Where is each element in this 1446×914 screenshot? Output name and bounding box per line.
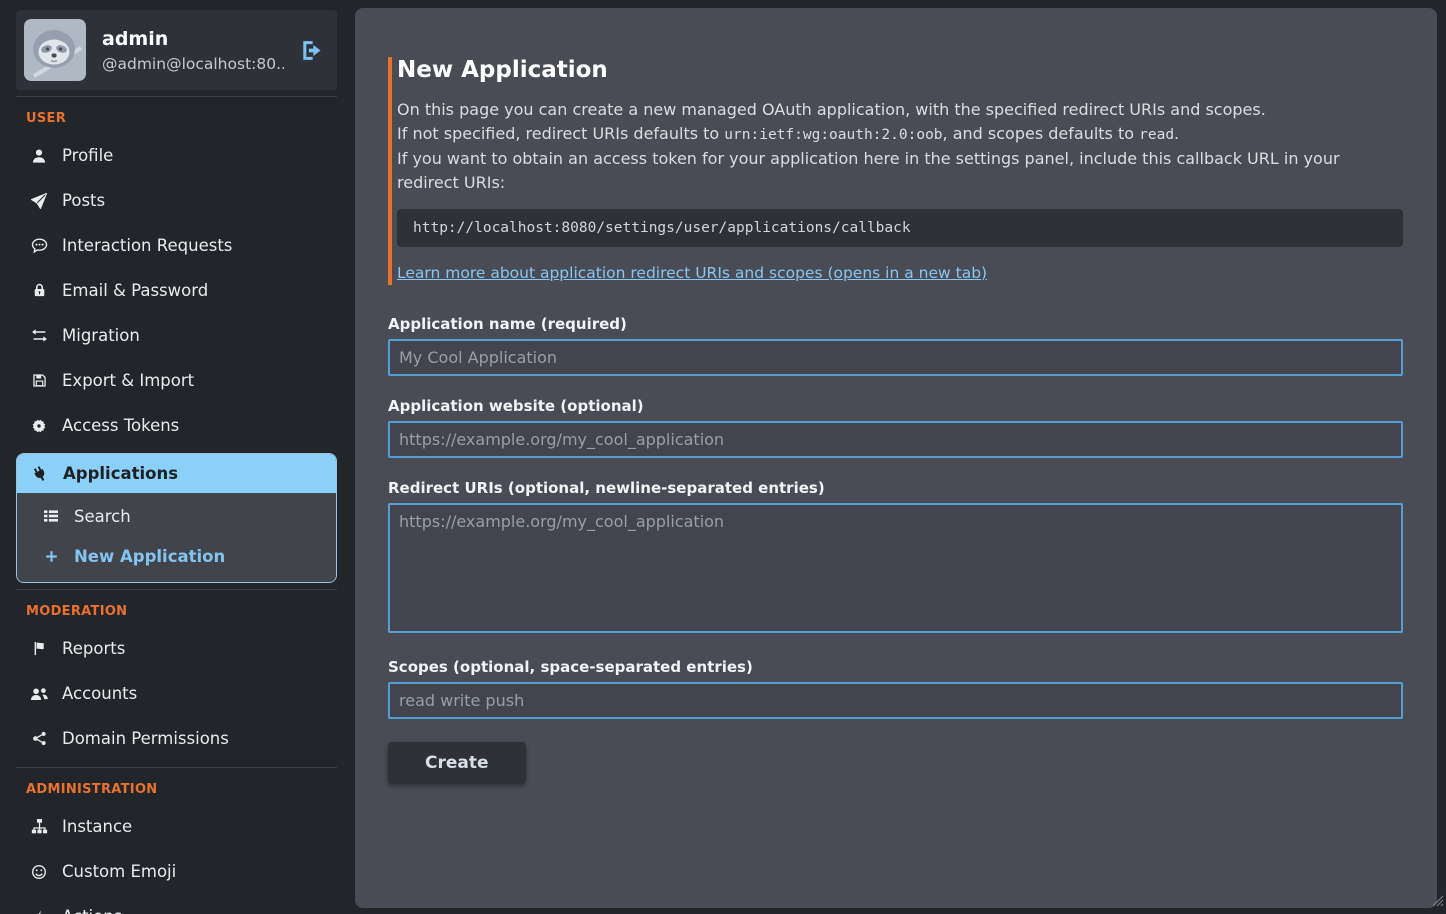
user-card: admin @admin@localhost:80... (16, 10, 337, 90)
sidebar-item-label: Domain Permissions (62, 729, 229, 748)
plug-icon (31, 466, 49, 482)
bolt-icon (30, 910, 48, 914)
new-application-form: Application name (required) Application … (388, 315, 1403, 784)
sidebar-item-access-tokens[interactable]: Access Tokens (16, 403, 337, 448)
sidebar-item-profile[interactable]: Profile (16, 133, 337, 178)
sidebar-item-label: Applications (63, 464, 178, 483)
oob-code: urn:ietf:wg:oauth:2.0:oob (724, 127, 942, 143)
page-title: New Application (397, 57, 1403, 83)
sidebar-item-label: Accounts (62, 684, 137, 703)
sidebar-item-interaction-requests[interactable]: Interaction Requests (16, 223, 337, 268)
resize-grip-icon[interactable] (1432, 892, 1444, 911)
sidebar-item-label: Reports (62, 639, 125, 658)
sidebar-item-label: New Application (74, 547, 225, 566)
application-website-input[interactable] (388, 421, 1403, 458)
username: admin (102, 28, 284, 50)
sidebar-item-posts[interactable]: Posts (16, 178, 337, 223)
application-name-field-group: Application name (required) (388, 315, 1403, 376)
intro-line2-mid: , and scopes defaults to (943, 124, 1140, 143)
sidebar-item-label: Export & Import (62, 371, 194, 390)
sidebar-item-label: Access Tokens (62, 416, 179, 435)
lock-icon (30, 283, 48, 298)
intro-line3: If you want to obtain an access token fo… (397, 149, 1340, 192)
user-names: admin @admin@localhost:80... (102, 28, 284, 73)
applications-subnav: Search New Application (17, 493, 336, 582)
section-header-administration: ADMINISTRATION (26, 782, 337, 797)
section-header-user: USER (26, 111, 337, 126)
sidebar-item-label: Instance (62, 817, 132, 836)
sidebar-item-label: Profile (62, 146, 113, 165)
redirect-uris-label: Redirect URIs (optional, newline-separat… (388, 479, 1403, 497)
user-handle: @admin@localhost:80... (102, 55, 284, 73)
floppy-disk-icon (30, 373, 48, 388)
intro-line2-end: . (1174, 124, 1179, 143)
smiley-icon (30, 864, 48, 880)
sidebar-item-instance[interactable]: Instance (16, 804, 337, 849)
sidebar-item-reports[interactable]: Reports (16, 626, 337, 671)
paper-plane-icon (30, 193, 48, 209)
divider (16, 96, 337, 97)
sidebar-item-applications-new[interactable]: New Application (17, 536, 336, 576)
scopes-label: Scopes (optional, space-separated entrie… (388, 658, 1403, 676)
sidebar-item-applications[interactable]: Applications (17, 454, 336, 493)
comment-dots-icon (30, 237, 48, 254)
users-icon (30, 685, 48, 703)
sidebar-item-custom-emoji[interactable]: Custom Emoji (16, 849, 337, 894)
sloth-avatar (24, 19, 86, 81)
logout-icon[interactable] (300, 39, 323, 62)
sidebar-item-migration[interactable]: Migration (16, 313, 337, 358)
callback-url-code-block: http://localhost:8080/settings/user/appl… (397, 209, 1403, 247)
sidebar-item-export-import[interactable]: Export & Import (16, 358, 337, 403)
sidebar-item-domain-permissions[interactable]: Domain Permissions (16, 716, 337, 761)
user-icon (30, 148, 48, 164)
sidebar-item-label: Interaction Requests (62, 236, 232, 255)
settings-page: admin @admin@localhost:80... USER Profil… (0, 0, 1446, 914)
divider (16, 589, 337, 590)
page-header: New Application On this page you can cre… (388, 57, 1403, 285)
read-code: read (1139, 127, 1174, 143)
applications-nav-group: Applications Search (16, 453, 337, 583)
sidebar: admin @admin@localhost:80... USER Profil… (16, 10, 337, 914)
sidebar-item-label: Migration (62, 326, 140, 345)
divider (16, 767, 337, 768)
application-website-label: Application website (optional) (388, 397, 1403, 415)
intro-line1: On this page you can create a new manage… (397, 100, 1266, 119)
plus-icon (42, 549, 60, 564)
share-nodes-icon (30, 731, 48, 746)
sidebar-item-email-password[interactable]: Email & Password (16, 268, 337, 313)
sidebar-item-applications-search[interactable]: Search (17, 496, 336, 536)
sidebar-item-label: Email & Password (62, 281, 208, 300)
sidebar-item-actions[interactable]: Actions (16, 894, 337, 914)
create-button[interactable]: Create (388, 742, 526, 784)
redirect-uris-field-group: Redirect URIs (optional, newline-separat… (388, 479, 1403, 637)
redirect-uris-textarea[interactable] (388, 503, 1403, 633)
application-name-input[interactable] (388, 339, 1403, 376)
scopes-input[interactable] (388, 682, 1403, 719)
sitemap-icon (30, 818, 48, 835)
application-name-label: Application name (required) (388, 315, 1403, 333)
sidebar-item-label: Search (74, 507, 131, 526)
sidebar-item-accounts[interactable]: Accounts (16, 671, 337, 716)
intro-line2-pre: If not specified, redirect URIs defaults… (397, 124, 724, 143)
learn-more-link[interactable]: Learn more about application redirect UR… (397, 264, 987, 282)
exchange-arrows-icon (30, 327, 48, 344)
main-panel: New Application On this page you can cre… (355, 8, 1437, 908)
sidebar-item-label: Posts (62, 191, 105, 210)
section-header-moderation: MODERATION (26, 604, 337, 619)
certificate-icon (30, 418, 48, 434)
sidebar-item-label: Actions (62, 907, 122, 914)
scopes-field-group: Scopes (optional, space-separated entrie… (388, 658, 1403, 719)
flag-icon (30, 641, 48, 656)
application-website-field-group: Application website (optional) (388, 397, 1403, 458)
list-icon (42, 508, 60, 524)
sidebar-item-label: Custom Emoji (62, 862, 176, 881)
intro-text: On this page you can create a new manage… (397, 98, 1403, 196)
